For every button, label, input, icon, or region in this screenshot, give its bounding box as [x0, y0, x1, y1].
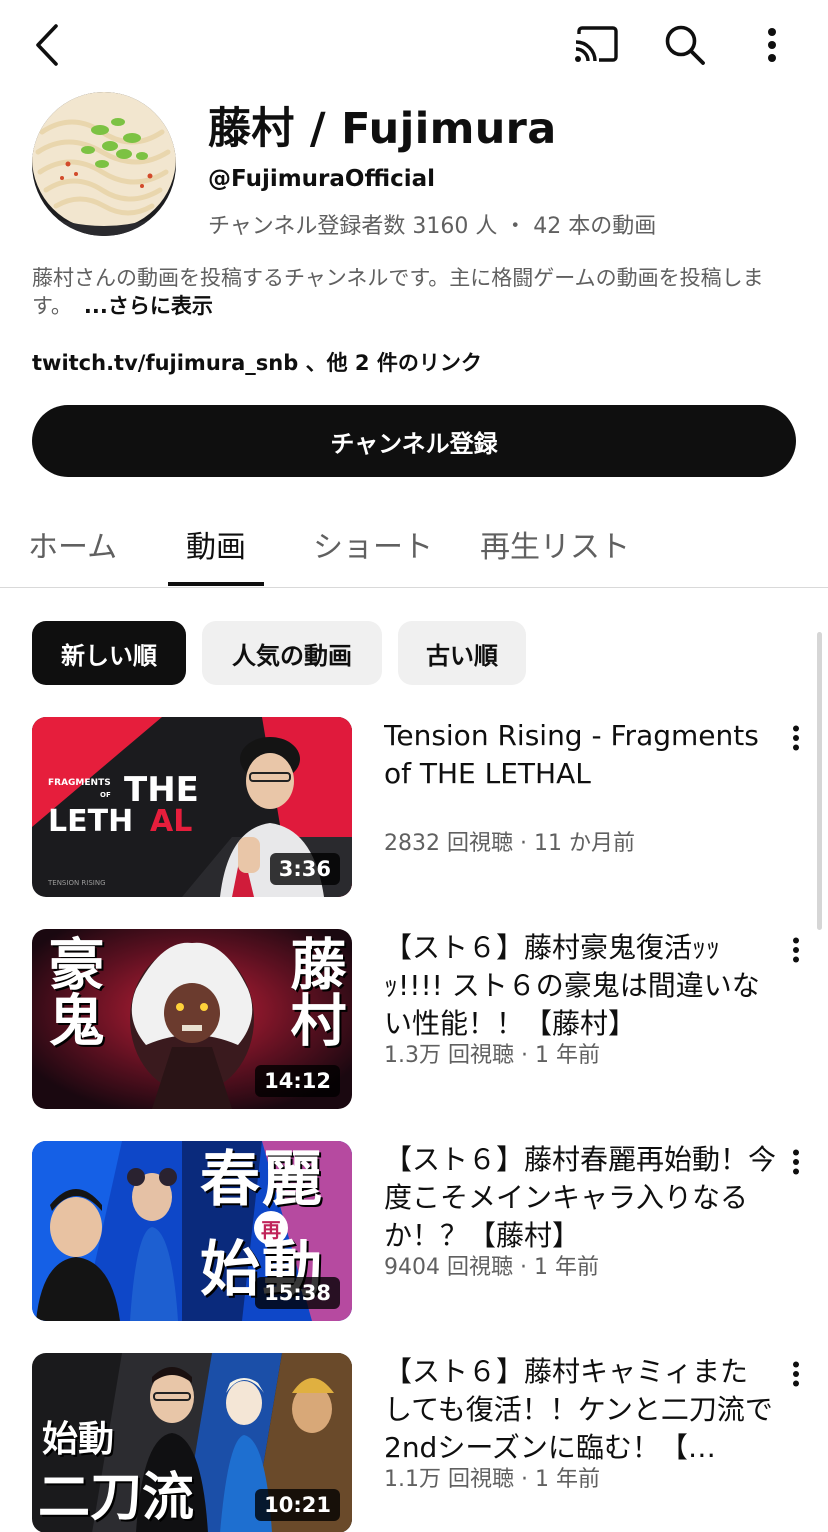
cast-icon[interactable] — [570, 20, 622, 70]
video-item[interactable]: 春麗 始動 再 15:38 【スト６】藤村春麗再始動！今度こそメインキャラ入りな… — [0, 1141, 828, 1331]
chip-newest[interactable]: 新しい順 — [32, 621, 186, 685]
video-menu-icon[interactable] — [784, 1147, 808, 1177]
subscribe-button[interactable]: チャンネル登録 — [32, 405, 796, 477]
channel-avatar[interactable] — [32, 92, 176, 236]
tab-videos[interactable]: 動画 — [186, 522, 246, 566]
thumb-title-top: 春麗 — [200, 1145, 324, 1215]
video-menu-icon[interactable] — [784, 1359, 808, 1389]
channel-description[interactable]: 藤村さんの動画を投稿するチャンネルです。主に格闘ゲームの動画を投稿します。...… — [32, 264, 796, 320]
video-duration: 10:21 — [255, 1489, 340, 1521]
video-title[interactable]: 【スト６】藤村春麗再始動！今度こそメインキャラ入りなるか！？【藤村】 — [384, 1141, 776, 1255]
video-duration: 15:38 — [255, 1277, 340, 1309]
chip-popular[interactable]: 人気の動画 — [202, 621, 382, 685]
video-thumbnail[interactable]: 春麗 始動 再 15:38 — [32, 1141, 352, 1321]
top-bar — [0, 0, 828, 88]
tab-home[interactable]: ホーム — [28, 522, 117, 566]
video-title[interactable]: Tension Rising - Fragments of THE LETHAL — [384, 717, 776, 793]
svg-text:AL: AL — [150, 804, 192, 839]
more-vert-icon[interactable] — [752, 18, 792, 72]
video-item[interactable]: 始動 二刀流 10:21 【スト６】藤村キャミィまたしても復活！！ケンと二刀流で… — [0, 1353, 828, 1532]
svg-text:OF: OF — [100, 791, 111, 799]
video-title[interactable]: 【スト６】藤村キャミィまたしても復活！！ケンと二刀流で2ndシーズンに臨む！【… — [384, 1353, 776, 1467]
video-duration: 14:12 — [255, 1065, 340, 1097]
video-meta: 1.1万 回視聴 · 1 年前 — [384, 1467, 600, 1492]
video-thumbnail[interactable]: 始動 二刀流 10:21 — [32, 1353, 352, 1532]
thumb-badge: 再 — [254, 1211, 288, 1245]
svg-text:LETH: LETH — [48, 804, 133, 839]
search-icon[interactable] — [658, 18, 712, 72]
video-menu-icon[interactable] — [784, 723, 808, 753]
channel-name: 藤村 / Fujimura — [208, 104, 557, 154]
video-meta: 9404 回視聴 · 1 年前 — [384, 1255, 599, 1280]
video-item[interactable]: FRAGMENTS OF THE LETH AL TENSION RISING … — [0, 717, 828, 907]
tab-playlists[interactable]: 再生リスト — [480, 522, 630, 566]
video-item[interactable]: 豪鬼 藤村 14:12 【スト６】藤村豪鬼復活ｯｯｯ!!!! スト６の豪鬼は間違… — [0, 929, 828, 1119]
channel-handle: @FujimuraOfficial — [208, 166, 436, 192]
back-arrow-icon[interactable] — [22, 20, 72, 70]
video-thumbnail[interactable]: 豪鬼 藤村 14:12 — [32, 929, 352, 1109]
chip-oldest[interactable]: 古い順 — [398, 621, 526, 685]
video-meta: 2832 回視聴 · 11 か月前 — [384, 831, 635, 856]
video-title[interactable]: 【スト６】藤村豪鬼復活ｯｯｯ!!!! スト６の豪鬼は間違いない性能！！【藤村】 — [384, 929, 776, 1043]
video-meta: 1.3万 回視聴 · 1 年前 — [384, 1043, 600, 1068]
thumb-label: FRAGMENTS — [48, 778, 111, 788]
thumb-caption: TENSION RISING — [47, 879, 106, 887]
show-more-link[interactable]: ...さらに表示 — [84, 294, 213, 318]
thumb-title-bottom: 二刀流 — [38, 1467, 195, 1528]
video-menu-icon[interactable] — [784, 935, 808, 965]
channel-links[interactable]: twitch.tv/fujimura_snb 、他 2 件のリンク — [32, 347, 482, 377]
channel-stats: チャンネル登録者数 3160 人 ・ 42 本の動画 — [208, 214, 657, 239]
channel-tabs: ホーム 動画 ショート 再生リスト — [0, 500, 828, 588]
video-duration: 3:36 — [269, 853, 340, 885]
video-thumbnail[interactable]: FRAGMENTS OF THE LETH AL TENSION RISING … — [32, 717, 352, 897]
thumb-title-top: 始動 — [42, 1418, 115, 1460]
active-tab-indicator — [168, 582, 264, 586]
thumb-title-right: 藤村 — [281, 935, 347, 1047]
tab-shorts[interactable]: ショート — [313, 522, 433, 566]
thumb-title-left: 豪鬼 — [39, 935, 105, 1047]
